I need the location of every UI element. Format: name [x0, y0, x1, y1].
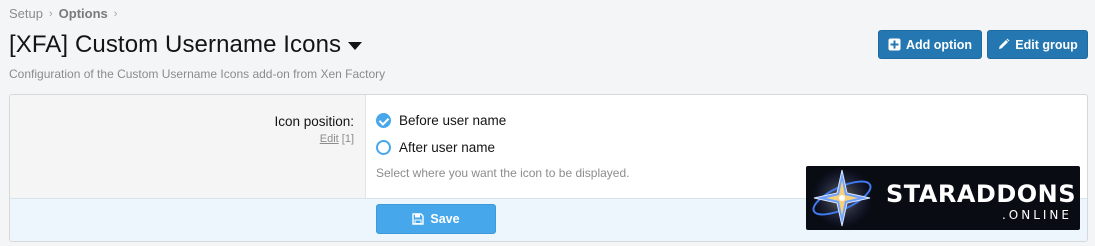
page-description: Configuration of the Custom Username Ico…: [9, 67, 386, 81]
option-meta: Edit [1]: [320, 133, 354, 145]
staraddons-watermark-logo: STARADDONS .ONLINE: [806, 166, 1080, 230]
edit-option-link[interactable]: Edit: [320, 133, 339, 145]
breadcrumb: Setup › Options ›: [9, 6, 123, 21]
save-button[interactable]: Save: [376, 204, 496, 234]
watermark-brand-text: STARADDONS: [886, 180, 1077, 208]
radio-checked-icon[interactable]: [376, 113, 391, 128]
add-option-button[interactable]: Add option: [878, 30, 982, 59]
option-hint: Select where you want the icon to be dis…: [376, 166, 630, 180]
radio-label-before: Before user name: [399, 113, 507, 128]
edit-group-button[interactable]: Edit group: [987, 30, 1088, 59]
page: Setup › Options › [XFA] Custom Username …: [0, 0, 1095, 246]
breadcrumb-options[interactable]: Options: [59, 6, 108, 21]
add-option-label: Add option: [906, 37, 972, 52]
pencil-icon: [999, 38, 1010, 49]
caret-down-icon[interactable]: [348, 42, 363, 50]
plus-square-icon: [888, 38, 901, 51]
save-icon: [412, 213, 425, 225]
display-order: [1]: [341, 133, 354, 145]
save-label: Save: [430, 212, 460, 226]
option-label: Icon position:: [274, 114, 354, 129]
radio-unchecked-icon[interactable]: [376, 140, 391, 155]
edit-group-label: Edit group: [1015, 37, 1078, 52]
option-label-column: Icon position: Edit [1]: [10, 95, 366, 198]
breadcrumb-setup[interactable]: Setup: [9, 6, 43, 21]
radio-after-user-name[interactable]: After user name: [376, 140, 495, 155]
chevron-right-icon: ›: [48, 7, 53, 20]
watermark-domain-text: .ONLINE: [1001, 208, 1072, 222]
page-title: [XFA] Custom Username Icons: [9, 31, 342, 58]
radio-label-after: After user name: [399, 140, 496, 155]
title-row: [XFA] Custom Username Icons: [9, 31, 363, 59]
chevron-right-icon: ›: [113, 7, 118, 20]
radio-before-user-name[interactable]: Before user name: [376, 113, 506, 128]
